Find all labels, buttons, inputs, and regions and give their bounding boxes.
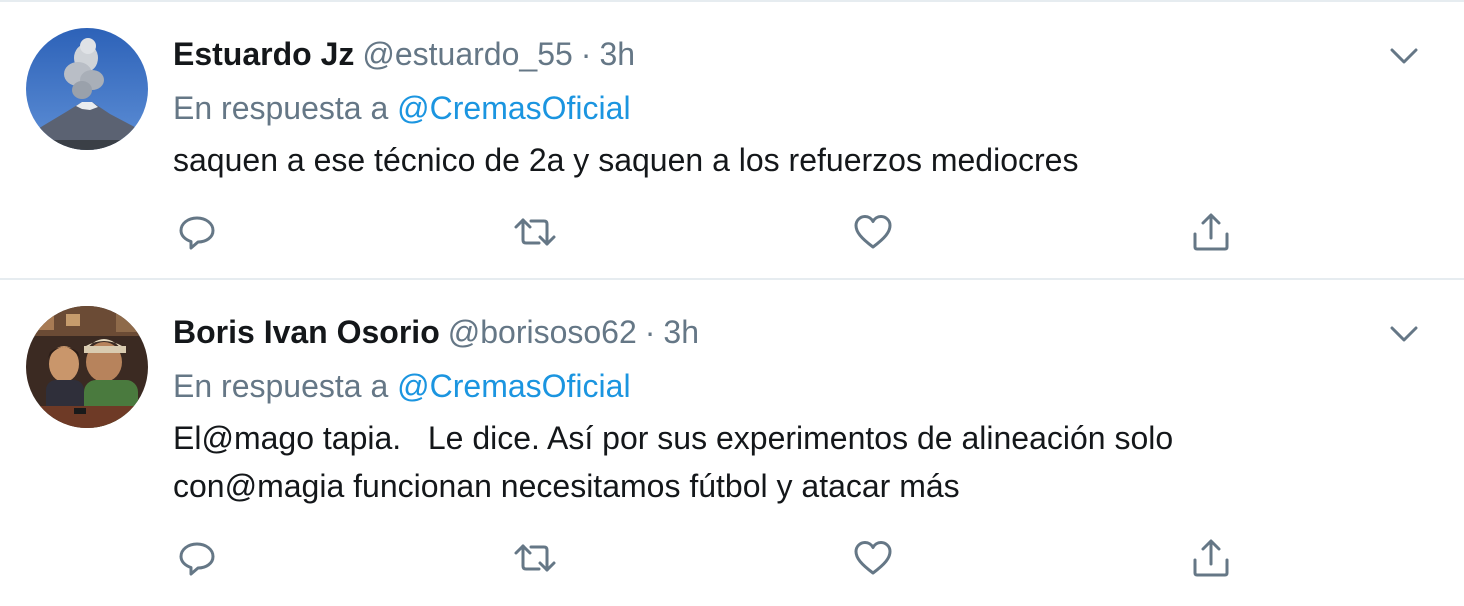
like-button[interactable]	[849, 208, 897, 256]
retweet-icon	[514, 544, 556, 572]
display-name[interactable]: Estuardo Jz	[173, 36, 354, 72]
reply-icon	[179, 216, 215, 250]
tweet-content: Boris Ivan Osorio @borisoso62 · 3h En respu…	[173, 306, 1424, 510]
chevron-down-icon[interactable]	[1384, 320, 1424, 348]
separator-dot: ·	[580, 36, 592, 72]
heart-icon	[854, 215, 892, 249]
tweet-actions	[173, 208, 1273, 256]
chevron-down-icon[interactable]	[1384, 42, 1424, 70]
share-icon	[1193, 213, 1229, 251]
share-button[interactable]	[1187, 534, 1235, 582]
reply-icon	[179, 542, 215, 576]
separator-dot: ·	[644, 314, 656, 350]
timestamp[interactable]: 3h	[663, 314, 699, 350]
avatar[interactable]	[26, 28, 148, 150]
reply-mention-link[interactable]: @CremasOficial	[397, 368, 630, 404]
timestamp[interactable]: 3h	[599, 36, 635, 72]
reply-button[interactable]	[173, 534, 221, 582]
tweet[interactable]: Boris Ivan Osorio @borisoso62 · 3h En respu…	[0, 282, 1464, 606]
tweet-actions	[173, 534, 1273, 582]
tweet-text: saquen a ese técnico de 2a y saquen a lo…	[173, 142, 1079, 178]
avatar[interactable]	[26, 306, 148, 428]
like-button[interactable]	[849, 534, 897, 582]
tweet-content: Estuardo Jz @estuardo_55 · 3h En respuesta …	[173, 28, 1424, 184]
reply-mention-link[interactable]: @CremasOficial	[397, 90, 630, 126]
tweet-header: Estuardo Jz @estuardo_55 · 3h	[173, 28, 1424, 80]
user-handle[interactable]: @estuardo_55	[362, 36, 572, 72]
retweet-icon	[514, 218, 556, 246]
tweet[interactable]: Estuardo Jz @estuardo_55 · 3h En respuesta …	[0, 2, 1464, 280]
retweet-button[interactable]	[511, 208, 559, 256]
tweet-header: Boris Ivan Osorio @borisoso62 · 3h	[173, 306, 1424, 358]
share-button[interactable]	[1187, 208, 1235, 256]
reply-context: En respuesta a @CremasOficial	[173, 358, 1424, 414]
retweet-button[interactable]	[511, 534, 559, 582]
display-name[interactable]: Boris Ivan Osorio	[173, 314, 440, 350]
reply-button[interactable]	[173, 208, 221, 256]
tweet-text: El@mago tapia. Le dice. Así por sus expe…	[173, 420, 1183, 504]
heart-icon	[854, 541, 892, 575]
reply-prefix: En respuesta a	[173, 368, 389, 404]
reply-context: En respuesta a @CremasOficial	[173, 80, 1424, 136]
user-handle[interactable]: @borisoso62	[448, 314, 637, 350]
reply-prefix: En respuesta a	[173, 90, 389, 126]
share-icon	[1193, 539, 1229, 577]
